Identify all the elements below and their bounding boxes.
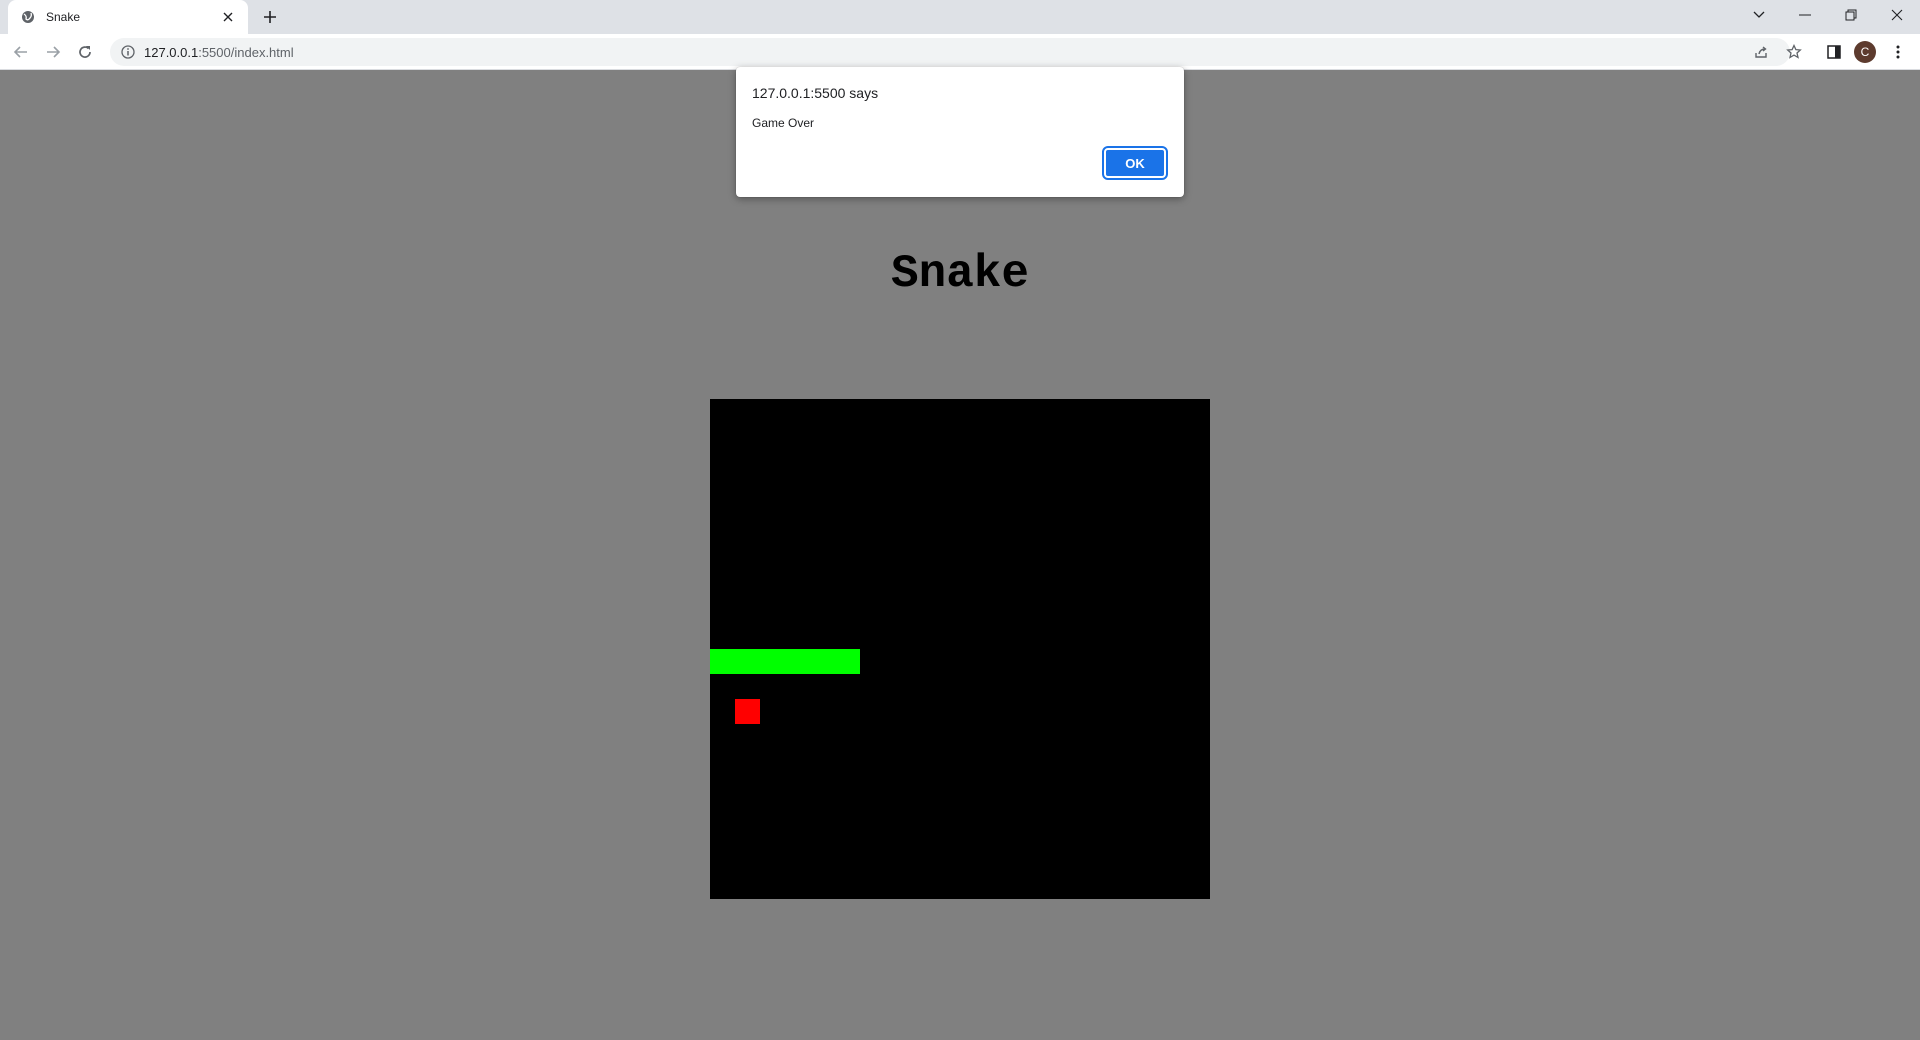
share-icon[interactable] (1747, 38, 1775, 66)
snake-segment (710, 649, 735, 674)
globe-icon (20, 9, 36, 25)
page-title: Snake (890, 248, 1030, 300)
back-arrow-icon[interactable] (7, 38, 35, 66)
dialog-title: 127.0.0.1:5500 says (752, 85, 879, 101)
close-tab-icon[interactable] (218, 7, 238, 27)
tab-search-icon[interactable] (1736, 0, 1782, 30)
site-info-icon[interactable] (114, 38, 142, 66)
snake-segment (810, 649, 835, 674)
profile-avatar[interactable]: C (1854, 41, 1876, 63)
reload-icon[interactable] (71, 38, 99, 66)
minimize-icon[interactable] (1782, 0, 1828, 30)
new-tab-button[interactable] (258, 5, 282, 29)
tab-title: Snake (46, 10, 81, 24)
close-window-icon[interactable] (1874, 0, 1920, 30)
side-panel-icon[interactable] (1820, 38, 1848, 66)
snake-segment (785, 649, 810, 674)
dialog-message: Game Over (752, 116, 815, 130)
browser-toolbar: 127.0.0.1:5500/index.html C (0, 34, 1920, 70)
forward-arrow-icon[interactable] (39, 38, 67, 66)
snake-segment (735, 649, 760, 674)
tab-strip: Snake (0, 0, 1920, 34)
menu-dots-icon[interactable] (1884, 38, 1912, 66)
alert-dialog: 127.0.0.1:5500 says Game Over OK (736, 67, 1184, 197)
tab-snake[interactable]: Snake (8, 0, 248, 34)
restore-icon[interactable] (1828, 0, 1874, 30)
snake-segment (835, 649, 860, 674)
food (735, 699, 760, 724)
game-board[interactable] (710, 399, 1210, 899)
ok-button[interactable]: OK (1102, 146, 1168, 180)
address-bar[interactable]: 127.0.0.1:5500/index.html (110, 38, 1790, 66)
page-content: Snake (0, 70, 1920, 1040)
snake-segment (760, 649, 785, 674)
bookmark-star-icon[interactable] (1780, 38, 1808, 66)
url-text: 127.0.0.1:5500/index.html (144, 44, 294, 60)
